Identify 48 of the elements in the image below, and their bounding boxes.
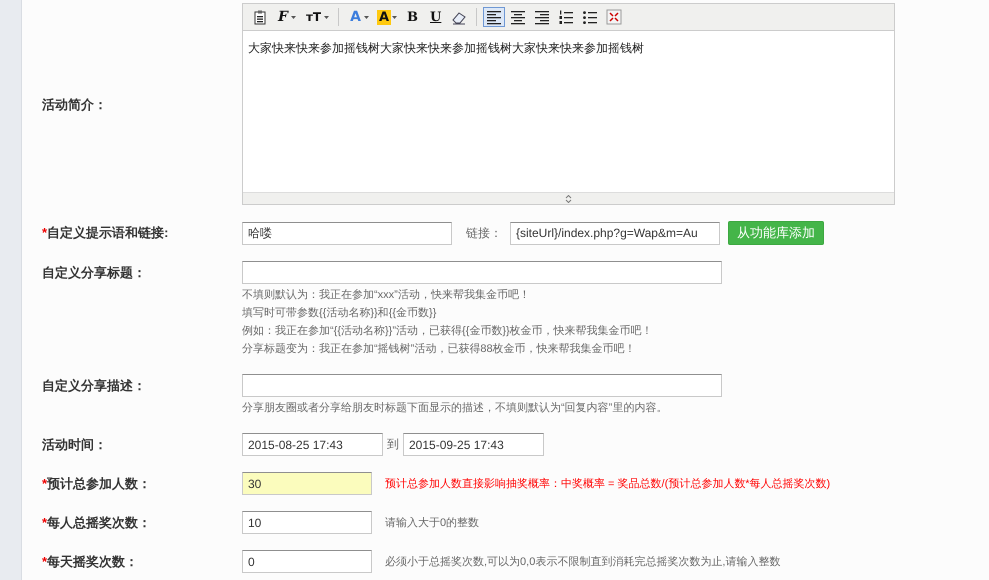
field-label: 活动时间： (42, 437, 107, 452)
font-family-button[interactable]: F (273, 7, 299, 27)
bullet-list-icon (582, 9, 598, 25)
highlight-button[interactable]: A (374, 7, 400, 27)
hint-text: 填写时可带参数{{活动名称}}和{{金币数}} (242, 306, 438, 321)
field-label: 预计总参加人数： (47, 476, 152, 491)
start-date-input[interactable]: 2015-08-25 17:43 (242, 433, 383, 456)
prompt-input[interactable]: 哈喽 (242, 222, 452, 244)
hint-text: 分享朋友圈或者分享给朋友时标题下面显示的描述，不填则默认为“回复内容”里的内容。 (242, 400, 668, 416)
editor-text: 大家快来快来参加摇钱树大家快来快来参加摇钱树大家快来快来参加摇钱树 (248, 41, 644, 55)
align-left-button[interactable] (483, 7, 506, 27)
font-color-button[interactable]: A (345, 7, 372, 27)
resize-grip-icon (563, 194, 574, 202)
field-label: 自定义分享标题： (42, 265, 146, 280)
hint-text: 不填则默认为：我正在参加“xxx”活动，快来帮我集金币吧！ (242, 288, 531, 303)
required-mark: * (42, 225, 48, 240)
text-input[interactable]: 30 (242, 472, 372, 495)
field-label: 每天摇奖次数： (47, 554, 138, 569)
text-input[interactable]: 10 (242, 511, 372, 534)
field-note: 请输入大于0的整数 (385, 516, 480, 530)
clipboard-icon (252, 9, 268, 25)
fullscreen-icon (606, 9, 622, 25)
range-separator: 到 (387, 436, 399, 453)
align-right-icon (534, 9, 550, 25)
field-label: 自定义提示语和链接: (47, 225, 168, 240)
align-center-icon (510, 9, 526, 25)
required-mark: * (42, 476, 48, 491)
field-note: 预计总参加人数直接影响抽奖概率：中奖概率 = 奖品总数/(预计总参加人数*每人总摇奖次数) (385, 476, 830, 491)
text-input[interactable] (242, 261, 722, 284)
hint-text: 分享标题变为：我正在参加“摇钱树”活动，已获得88枚金币，快来帮我集金币吧！ (242, 342, 637, 357)
required-mark: * (42, 554, 48, 569)
numbered-list-icon (558, 9, 574, 25)
field-label: 每人总摇奖次数： (47, 515, 152, 530)
link-label: 链接： (466, 224, 502, 242)
field-note: 必须小于总摇奖次数,可以为0,0表示不限制直到消耗完总摇奖次数为止,请输入整数 (385, 554, 780, 569)
field-label: 活动简介： (42, 96, 107, 112)
required-mark: * (42, 515, 48, 530)
align-left-icon (486, 9, 502, 25)
text-input[interactable] (242, 374, 722, 397)
rich-text-editor[interactable]: F ᴛT A A B U 大家快来快来参加摇钱树大家快来快来参加摇钱树大家快来快来参加摇钱树 (242, 3, 895, 205)
underline-button[interactable]: U (425, 7, 446, 27)
link-input[interactable]: {siteUrl}/index.php?g=Wap&m=Au (510, 222, 720, 244)
field-label: 自定义分享描述： (42, 378, 146, 393)
font-size-button[interactable]: ᴛT (300, 7, 332, 27)
end-date-input[interactable]: 2015-09-25 17:43 (403, 433, 544, 456)
text-input[interactable]: 0 (242, 550, 372, 573)
bold-button[interactable]: B (402, 7, 423, 27)
hint-text: 例如：我正在参加“{{活动名称}}”活动，已获得{{金币数}}枚金币，快来帮我集金币吧！ (242, 324, 654, 339)
